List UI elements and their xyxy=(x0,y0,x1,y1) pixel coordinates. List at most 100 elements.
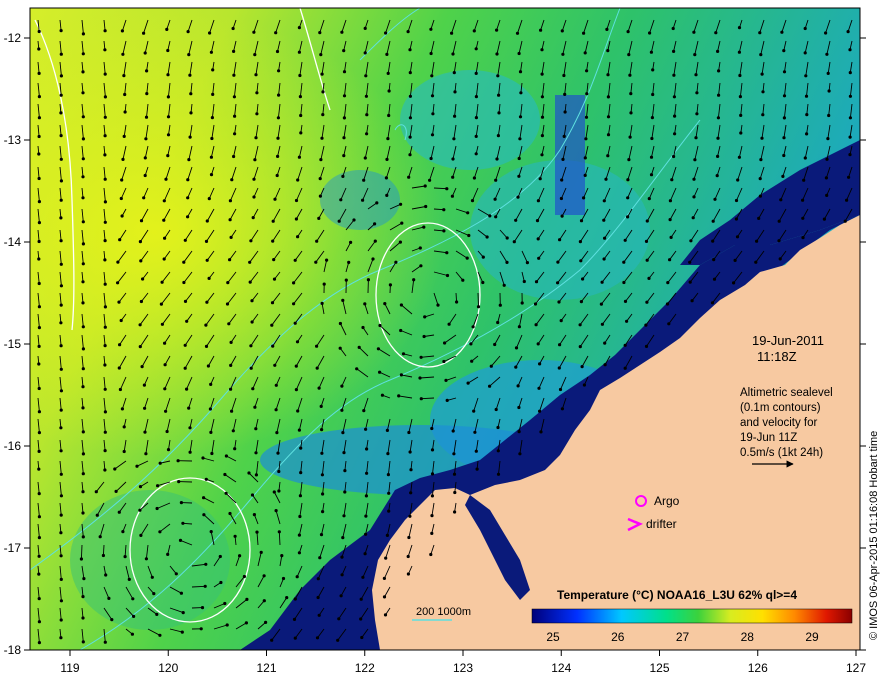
velocity-vector-head xyxy=(295,199,298,202)
velocity-vector-head xyxy=(503,284,506,287)
velocity-vector-head xyxy=(142,196,145,199)
velocity-vector-head xyxy=(343,116,346,119)
velocity-vector-head xyxy=(298,74,301,77)
velocity-vector-head xyxy=(394,261,397,264)
velocity-vector-head xyxy=(264,621,267,624)
velocity-vector-head xyxy=(232,429,235,432)
colorbar-tick-label: 27 xyxy=(676,630,690,644)
velocity-vector-head xyxy=(535,280,538,283)
velocity-vector-head xyxy=(226,623,229,626)
x-tick-label: 119 xyxy=(60,661,79,675)
velocity-vector-head xyxy=(80,557,83,560)
velocity-vector-head xyxy=(601,281,604,284)
velocity-vector-head xyxy=(343,70,346,73)
velocity-vector-head xyxy=(179,539,182,542)
velocity-vector-head xyxy=(624,344,627,347)
velocity-vector-head xyxy=(352,218,355,221)
velocity-vector-head xyxy=(251,387,254,390)
velocity-vector-head xyxy=(386,429,389,432)
velocity-vector-head xyxy=(758,31,761,34)
colorbar-tick-label: 28 xyxy=(741,630,755,644)
velocity-vector-head xyxy=(295,388,298,391)
velocity-vector-head xyxy=(181,522,184,525)
velocity-vector-head xyxy=(365,113,368,116)
velocity-vector-head xyxy=(158,530,161,533)
velocity-vector-head xyxy=(254,73,257,76)
velocity-vector-head xyxy=(275,384,278,387)
velocity-vector-head xyxy=(516,196,519,199)
velocity-vector-head xyxy=(804,74,807,77)
velocity-vector-head xyxy=(208,197,211,200)
velocity-vector-head xyxy=(295,217,298,220)
velocity-vector-head xyxy=(712,220,715,223)
velocity-vector-head xyxy=(360,636,363,639)
velocity-vector-head xyxy=(364,428,367,431)
velocity-vector-head xyxy=(688,261,691,264)
velocity-vector-head xyxy=(139,323,142,326)
velocity-vector-head xyxy=(475,116,478,119)
velocity-vector-head xyxy=(420,356,423,359)
velocity-vector-head xyxy=(430,52,433,55)
velocity-vector-head xyxy=(582,32,585,35)
velocity-vector-head xyxy=(644,324,647,327)
velocity-vector-head xyxy=(442,360,445,363)
velocity-vector-head xyxy=(519,115,522,118)
velocity-vector-head xyxy=(319,53,322,56)
velocity-vector-head xyxy=(296,409,299,412)
velocity-vector-head xyxy=(161,323,164,326)
velocity-vector-head xyxy=(104,326,107,329)
velocity-vector-head xyxy=(182,261,185,264)
velocity-vector-head xyxy=(104,178,107,181)
velocity-vector-head xyxy=(761,90,764,93)
velocity-vector-head xyxy=(409,136,412,139)
velocity-vector-head xyxy=(230,341,233,344)
velocity-vector-head xyxy=(518,137,521,140)
velocity-vector-head xyxy=(648,31,651,34)
velocity-vector-head xyxy=(140,300,143,303)
velocity-vector-head xyxy=(298,534,301,537)
velocity-vector-head xyxy=(779,257,782,260)
velocity-vector-head xyxy=(277,116,280,119)
velocity-vector-head xyxy=(409,116,412,119)
velocity-vector-head xyxy=(373,222,376,225)
velocity-vector-head xyxy=(430,532,433,535)
velocity-vector-head xyxy=(825,158,828,161)
velocity-vector-head xyxy=(144,137,147,140)
velocity-vector-head xyxy=(253,53,256,56)
velocity-vector-head xyxy=(223,602,226,605)
velocity-vector-head xyxy=(409,450,412,453)
velocity-vector-head xyxy=(299,447,302,450)
velocity-vector-head xyxy=(60,344,63,347)
velocity-vector-head xyxy=(60,158,63,161)
velocity-vector-head xyxy=(400,222,403,225)
velocity-vector-head xyxy=(238,554,241,557)
velocity-vector-head xyxy=(418,376,421,379)
velocity-vector-head xyxy=(132,615,135,618)
velocity-vector-head xyxy=(211,68,214,71)
velocity-vector-head xyxy=(60,134,63,137)
velocity-vector-head xyxy=(488,385,491,388)
velocity-vector-head xyxy=(104,388,107,391)
velocity-vector-head xyxy=(156,507,159,510)
velocity-vector-head xyxy=(293,618,296,621)
velocity-vector-head xyxy=(541,134,544,137)
velocity-vector-head xyxy=(629,111,632,114)
altimetry-line-1: Altimetric sealevel xyxy=(740,387,833,399)
velocity-vector-head xyxy=(318,387,321,390)
velocity-vector-head xyxy=(472,410,475,413)
velocity-vector-head xyxy=(254,136,257,139)
velocity-vector-head xyxy=(318,614,321,617)
velocity-vector-head xyxy=(319,158,322,161)
velocity-vector-head xyxy=(81,91,84,94)
velocity-vector-head xyxy=(347,261,350,264)
velocity-vector-head xyxy=(59,321,62,324)
velocity-vector-head xyxy=(383,302,386,305)
velocity-vector-head xyxy=(245,598,248,601)
velocity-vector-head xyxy=(519,70,522,73)
velocity-vector-head xyxy=(253,158,256,161)
velocity-vector-head xyxy=(38,305,41,308)
velocity-vector-head xyxy=(385,53,388,56)
velocity-vector-head xyxy=(340,556,343,559)
velocity-vector-head xyxy=(121,530,124,533)
velocity-vector-head xyxy=(443,341,446,344)
